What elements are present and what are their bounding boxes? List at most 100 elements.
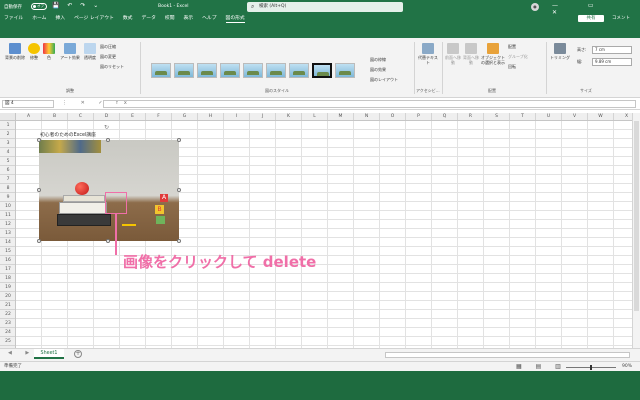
- picture-style-thumb[interactable]: [151, 63, 171, 78]
- row-header[interactable]: 22: [0, 310, 15, 319]
- alt-text-button[interactable]: 代替テキスト: [418, 43, 438, 65]
- column-header[interactable]: A: [16, 113, 42, 120]
- tab-2[interactable]: 挿入: [55, 14, 65, 23]
- quick-access-toolbar[interactable]: 💾 ↶ ↷ ⌄: [52, 2, 101, 9]
- column-header[interactable]: P: [406, 113, 432, 120]
- resize-handle[interactable]: [37, 138, 41, 142]
- row-header[interactable]: 13: [0, 229, 15, 238]
- picture-style-thumb[interactable]: [266, 63, 286, 78]
- crop-button[interactable]: トリミング: [550, 43, 570, 60]
- column-header[interactable]: E: [120, 113, 146, 120]
- column-header[interactable]: K: [276, 113, 302, 120]
- resize-handle[interactable]: [106, 239, 110, 243]
- row-header[interactable]: 1: [0, 121, 15, 130]
- picture-style-thumb[interactable]: [243, 63, 263, 78]
- row-header[interactable]: 2: [0, 130, 15, 139]
- column-header[interactable]: T: [510, 113, 536, 120]
- tab-9[interactable]: 図の形式: [225, 14, 245, 23]
- cell-b2[interactable]: 初心者のためのExcel講座: [40, 131, 96, 138]
- row-header[interactable]: 4: [0, 148, 15, 157]
- color-button[interactable]: 色: [42, 43, 56, 60]
- row-header[interactable]: 12: [0, 220, 15, 229]
- zoom-slider[interactable]: [566, 365, 616, 370]
- align-button[interactable]: 配置: [508, 44, 516, 49]
- picture-style-thumb[interactable]: [312, 63, 332, 78]
- selection-pane-button[interactable]: オブジェクトの選択と表示: [480, 43, 506, 65]
- column-header[interactable]: X: [614, 113, 632, 120]
- add-sheet-button[interactable]: +: [74, 350, 82, 358]
- sheet-tab-sheet1[interactable]: Sheet1: [34, 349, 64, 359]
- tab-6[interactable]: 校閲: [165, 14, 175, 23]
- picture-style-thumb[interactable]: [197, 63, 217, 78]
- picture-border-button[interactable]: 図の枠線: [370, 57, 386, 62]
- rotate-button[interactable]: 回転: [508, 64, 516, 69]
- picture-style-thumb[interactable]: [289, 63, 309, 78]
- column-header[interactable]: R: [458, 113, 484, 120]
- row-header[interactable]: 11: [0, 211, 15, 220]
- column-header[interactable]: D: [94, 113, 120, 120]
- share-button[interactable]: 共有: [578, 15, 604, 22]
- width-field[interactable]: 9.89 cm: [592, 58, 632, 66]
- picture-style-thumb[interactable]: [174, 63, 194, 78]
- change-picture-button[interactable]: 図の変更: [100, 54, 116, 59]
- vertical-scrollbar[interactable]: [632, 113, 640, 348]
- selected-picture[interactable]: A B: [39, 140, 179, 241]
- row-header[interactable]: 8: [0, 184, 15, 193]
- row-header[interactable]: 24: [0, 328, 15, 337]
- sheet-nav-arrows[interactable]: ◀ ▶: [8, 350, 35, 356]
- resize-handle[interactable]: [37, 239, 41, 243]
- tab-8[interactable]: ヘルプ: [202, 14, 216, 23]
- formula-input[interactable]: [103, 100, 636, 108]
- height-field[interactable]: 7 cm: [592, 46, 632, 54]
- column-header[interactable]: G: [172, 113, 198, 120]
- avatar[interactable]: ●: [531, 3, 539, 11]
- row-header[interactable]: 20: [0, 292, 15, 301]
- tab-0[interactable]: ファイル: [4, 14, 23, 23]
- row-header[interactable]: 23: [0, 319, 15, 328]
- corrections-button[interactable]: 修整: [26, 43, 42, 60]
- row-header[interactable]: 9: [0, 193, 15, 202]
- row-header[interactable]: 19: [0, 283, 15, 292]
- row-header[interactable]: 5: [0, 157, 15, 166]
- column-header[interactable]: C: [68, 113, 94, 120]
- column-header[interactable]: L: [302, 113, 328, 120]
- column-header[interactable]: B: [42, 113, 68, 120]
- column-header[interactable]: M: [328, 113, 354, 120]
- row-header[interactable]: 16: [0, 256, 15, 265]
- tab-4[interactable]: 数式: [123, 14, 133, 23]
- search-box[interactable]: ⌕ 検索 (Alt+Q): [247, 2, 403, 12]
- row-header[interactable]: 25: [0, 337, 15, 346]
- picture-effects-button[interactable]: 図の効果: [370, 67, 386, 72]
- column-header[interactable]: S: [484, 113, 510, 120]
- row-header[interactable]: 14: [0, 238, 15, 247]
- send-backward-button[interactable]: 背面へ移動: [462, 43, 480, 65]
- bring-forward-button[interactable]: 前面へ移動: [444, 43, 462, 65]
- group-objects-button[interactable]: グループ化: [508, 54, 528, 59]
- comment-button[interactable]: コメント: [612, 15, 630, 22]
- row-header[interactable]: 18: [0, 274, 15, 283]
- reset-picture-button[interactable]: 図のリセット: [100, 64, 124, 69]
- compress-button[interactable]: 図の圧縮: [100, 44, 116, 49]
- select-all-corner[interactable]: [0, 113, 16, 121]
- picture-style-thumb[interactable]: [220, 63, 240, 78]
- scroll-thumb[interactable]: [634, 121, 639, 311]
- view-buttons[interactable]: ▦ ▤ ▥: [516, 363, 567, 370]
- row-header[interactable]: 10: [0, 202, 15, 211]
- resize-handle[interactable]: [106, 138, 110, 142]
- column-header[interactable]: V: [562, 113, 588, 120]
- column-header[interactable]: F: [146, 113, 172, 120]
- row-header[interactable]: 6: [0, 166, 15, 175]
- picture-style-thumb[interactable]: [335, 63, 355, 78]
- tab-5[interactable]: データ: [141, 14, 155, 23]
- column-header[interactable]: U: [536, 113, 562, 120]
- row-header[interactable]: 17: [0, 265, 15, 274]
- column-header[interactable]: W: [588, 113, 614, 120]
- column-header[interactable]: J: [250, 113, 276, 120]
- transparency-button[interactable]: 透明度: [82, 43, 98, 60]
- picture-layout-button[interactable]: 図のレイアウト: [370, 77, 398, 82]
- column-header[interactable]: H: [198, 113, 224, 120]
- remove-background-button[interactable]: 背景の削除: [4, 43, 26, 60]
- artistic-effects-button[interactable]: アート効果: [58, 43, 82, 60]
- column-header[interactable]: Q: [432, 113, 458, 120]
- resize-handle[interactable]: [177, 188, 181, 192]
